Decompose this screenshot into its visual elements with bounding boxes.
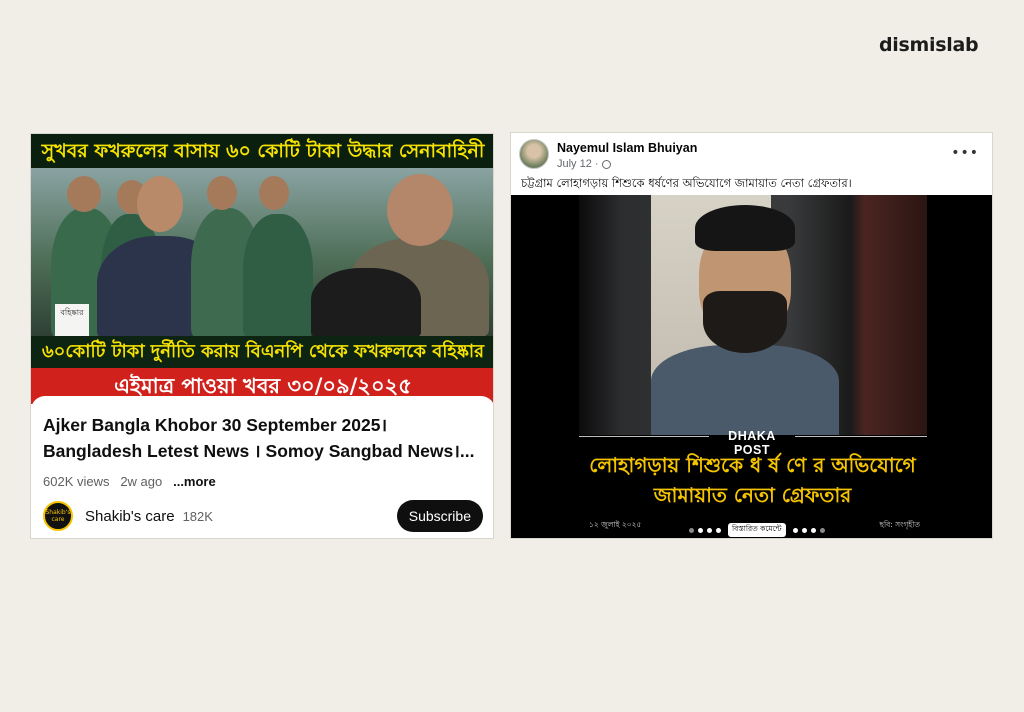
card-footer: ১২ জুলাই ২০২৫ বিস্তারিত কমেন্টে ছবি: সংগ… <box>511 517 992 537</box>
card-date: ১২ জুলাই ২০২৫ <box>589 520 642 529</box>
post-date[interactable]: July 12 · <box>557 158 611 170</box>
facebook-post-card: Nayemul Islam Bhuiyan July 12 · ••• চট্ট… <box>510 132 993 539</box>
post-date-text: July 12 · <box>557 158 599 170</box>
card-headline-line-1: লোহাগড়ায় শিশুকে ধ র্ষ ণে র অভিযোগে <box>589 453 916 477</box>
video-info-panel: Ajker Bangla Khobor 30 September 2025। B… <box>31 396 493 538</box>
video-title-line-2[interactable]: Bangladesh Letest News । Somoy Sangbad N… <box>43 438 483 464</box>
post-caption: চট্টগ্রাম লোহাগড়ায় শিশুকে ধর্ষণের অভিয… <box>521 176 852 190</box>
post-image[interactable]: DHAKA POST লোহাগড়ায় শিশুকে ধ র্ষ ণে র … <box>511 195 992 538</box>
divider-right <box>795 436 927 437</box>
photo-credit: ছবি: সংগৃহীত <box>879 520 920 529</box>
thumbnail-crowd-image: বহিষ্কার <box>31 168 493 346</box>
channel-name[interactable]: Shakib's care <box>85 508 175 525</box>
channel-avatar[interactable]: Shakib's care <box>43 501 73 531</box>
video-meta: 602K views 2w ago ...more <box>43 474 483 489</box>
author-name[interactable]: Nayemul Islam Bhuiyan <box>557 141 697 155</box>
view-count: 602K views <box>43 474 110 489</box>
channel-row: Shakib's care Shakib's care 182K Subscri… <box>43 500 483 532</box>
more-options-icon[interactable]: ••• <box>951 145 979 161</box>
video-thumbnail[interactable]: সুখবর ফখরুলের বাসায় ৬০ কোটি টাকা উদ্ধার… <box>31 134 493 404</box>
subscribe-button[interactable]: Subscribe <box>396 500 483 532</box>
dismislab-logo: dismislab <box>879 34 979 56</box>
suspect-photo <box>579 195 927 435</box>
thumbnail-mid-banner: ৬০কোটি টাকা দুর্নীতি করায় বিএনপি থেকে ফ… <box>31 336 493 368</box>
author-avatar[interactable] <box>519 139 549 169</box>
divider-left <box>579 436 709 437</box>
globe-icon <box>601 159 611 169</box>
card-dots: বিস্তারিত কমেন্টে <box>689 523 825 537</box>
upload-age: 2w ago <box>120 474 163 489</box>
card-headline-line-2: জামায়াত নেতা গ্রেফতার <box>653 483 852 507</box>
subscriber-count: 182K <box>182 508 213 524</box>
youtube-video-card[interactable]: সুখবর ফখরুলের বাসায় ৬০ কোটি টাকা উদ্ধার… <box>30 133 494 539</box>
more-link[interactable]: ...more <box>173 474 216 489</box>
post-header: Nayemul Islam Bhuiyan July 12 · ••• <box>519 139 987 179</box>
details-in-comment-label: বিস্তারিত কমেন্টে <box>728 523 786 537</box>
thumbnail-top-banner: সুখবর ফখরুলের বাসায় ৬০ কোটি টাকা উদ্ধার… <box>31 134 493 168</box>
video-title-line-1[interactable]: Ajker Bangla Khobor 30 September 2025। <box>43 412 483 438</box>
